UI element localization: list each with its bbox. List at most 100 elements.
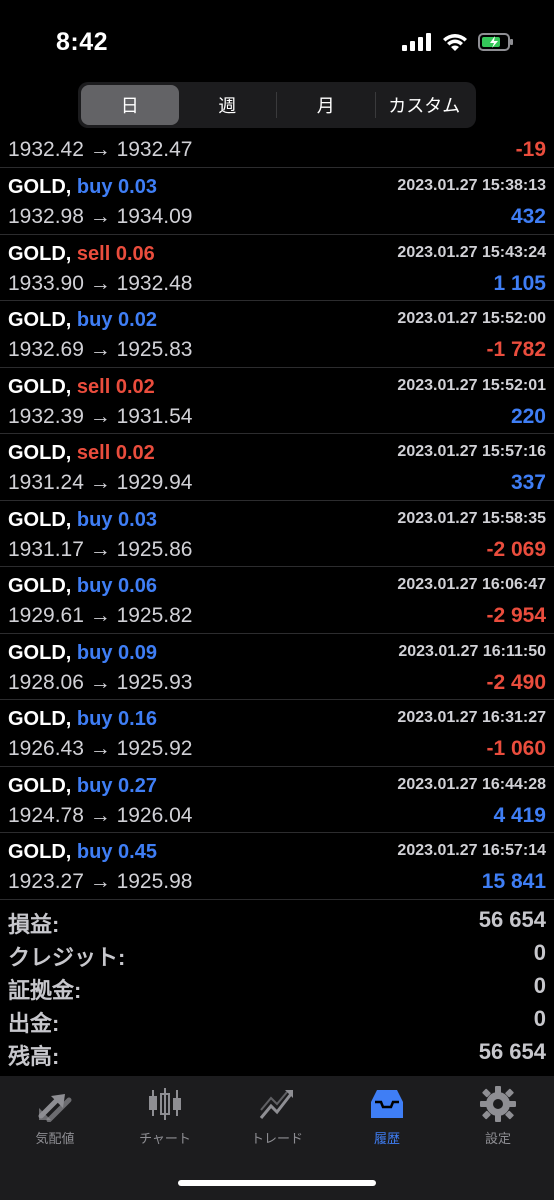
history-inbox-icon — [371, 1090, 403, 1118]
tab-settings[interactable]: 設定 — [443, 1086, 553, 1147]
trade-prices: 1929.61 → 1925.82 — [8, 604, 193, 627]
trade-time: 2023.01.27 15:57:16 — [397, 443, 546, 460]
trade-symbol: GOLD, — [8, 708, 72, 730]
trade-row[interactable]: GOLD, buy 0.45 2023.01.27 16:57:14 1923.27… — [0, 833, 554, 900]
quotes-arrows-icon — [38, 1094, 72, 1122]
segment-month[interactable]: 月 — [277, 85, 375, 125]
trade-time: 2023.01.27 16:06:47 — [397, 576, 546, 593]
trade-profit: 432 — [510, 205, 546, 228]
summary-label: 損益: — [8, 912, 60, 937]
trade-profit: -1 060 — [486, 737, 546, 760]
trade-prices: 1931.17 → 1925.86 — [8, 537, 193, 561]
segment-week[interactable]: 週 — [179, 85, 277, 125]
trade-title: GOLD, buy 0.16 — [8, 708, 157, 731]
trade-title: GOLD, buy 0.02 — [8, 309, 157, 332]
signal-icon — [402, 33, 431, 51]
trade-title: GOLD, sell 0.06 — [8, 243, 155, 266]
trade-side-volume: sell 0.02 — [76, 375, 155, 398]
trade-prices: 1931.24 → 1929.94 — [8, 471, 193, 494]
summary-label: クレジット: — [8, 945, 126, 970]
tab-label: 気配値 — [35, 1131, 75, 1146]
trade-time: 2023.01.27 16:44:28 — [397, 775, 546, 793]
candlestick-chart-icon — [149, 1088, 181, 1120]
tab-trade[interactable]: トレード — [222, 1086, 332, 1147]
summary-value: 0 — [533, 940, 546, 965]
wifi-icon — [443, 34, 467, 51]
trade-line-icon — [259, 1090, 293, 1119]
summary-withdrawal-row: 出金: 0 — [0, 1004, 554, 1037]
trade-time: 2023.01.27 15:38:13 — [397, 177, 546, 194]
trade-profit: 4 419 — [493, 803, 546, 827]
trade-row[interactable]: GOLD, buy 0.06 2023.01.27 16:06:47 1929.61… — [0, 567, 554, 634]
trade-symbol: GOLD, — [8, 309, 72, 331]
tab-chart[interactable]: チャート — [110, 1086, 220, 1147]
summary-value: 0 — [533, 1006, 546, 1031]
segment-custom[interactable]: カスタム — [376, 85, 474, 125]
trade-symbol: GOLD, — [8, 841, 72, 863]
trade-title: GOLD, buy 0.03 — [8, 176, 157, 199]
status-icons — [402, 32, 514, 52]
gear-icon — [480, 1086, 516, 1122]
trade-prices: 1932.69 → 1925.83 — [8, 338, 193, 361]
trade-symbol: GOLD, — [8, 508, 72, 531]
trade-row[interactable]: GOLD, buy 0.16 2023.01.27 16:31:27 1926.43… — [0, 700, 554, 767]
summary-profit-row: 損益: 56 654 — [0, 905, 554, 938]
trade-symbol: GOLD, — [8, 176, 72, 198]
trade-title: GOLD, buy 0.27 — [8, 775, 157, 798]
trade-row[interactable]: GOLD, buy 0.09 2023.01.27 16:11:50 1928.06… — [0, 634, 554, 700]
trade-row[interactable]: GOLD, sell 0.02 2023.01.27 15:57:16 1931.2… — [0, 434, 554, 501]
trade-row[interactable]: GOLD, sell 0.02 2023.01.27 15:52:01 1932.3… — [0, 368, 554, 434]
trade-symbol: GOLD, — [8, 442, 72, 464]
trade-title: GOLD, sell 0.02 — [8, 442, 155, 465]
trade-side-volume: buy 0.16 — [76, 708, 157, 730]
tab-label: チャート — [139, 1131, 191, 1146]
tab-label: トレード — [250, 1131, 303, 1146]
summary-label: 出金: — [8, 1011, 60, 1036]
trade-title: GOLD, sell 0.02 — [8, 376, 155, 399]
trade-time: 2023.01.27 15:52:00 — [397, 310, 546, 327]
status-time: 8:42 — [56, 28, 109, 56]
trade-time: 2023.01.27 16:31:27 — [397, 709, 546, 726]
tab-quotes[interactable]: 気配値 — [0, 1086, 110, 1147]
trade-time: 2023.01.27 15:52:01 — [397, 376, 546, 394]
trade-row[interactable]: GOLD, buy 0.02 2023.01.27 15:52:00 1932.69… — [0, 301, 554, 368]
summary-deposit-row: 証拠金: 0 — [0, 971, 554, 1004]
trade-profit: 337 — [510, 471, 546, 494]
trade-prices: 1926.43 → 1925.92 — [8, 737, 193, 760]
trade-side-volume: sell 0.06 — [76, 242, 155, 265]
trade-row[interactable]: GOLD, sell 0.06 2023.01.27 15:43:24 1933.9… — [0, 235, 554, 301]
trade-profit: 220 — [510, 404, 546, 428]
trade-prices: 1932.98 → 1934.09 — [8, 205, 193, 228]
trade-time: 2023.01.27 15:43:24 — [397, 243, 546, 261]
trade-row[interactable]: GOLD, buy 0.03 2023.01.27 15:38:13 1932.98… — [0, 168, 554, 235]
home-indicator[interactable] — [178, 1180, 376, 1186]
tab-history[interactable]: 履歴 — [332, 1086, 442, 1147]
trade-side-volume: buy 0.03 — [76, 508, 157, 531]
trade-prices: 1932.39 → 1931.54 — [8, 404, 193, 428]
battery-icon — [478, 33, 513, 51]
summary-value: 56 654 — [478, 907, 546, 932]
trade-time: 2023.01.27 15:58:35 — [397, 509, 546, 527]
summary-value: 0 — [533, 973, 546, 998]
trade-profit: -2 954 — [486, 604, 546, 627]
trade-profit: -2 490 — [486, 670, 546, 694]
trade-side-volume: buy 0.27 — [76, 774, 157, 797]
summary-balance-row: 残高: 56 654 — [0, 1037, 554, 1070]
trade-time: 2023.01.27 16:11:50 — [398, 642, 546, 660]
summary-credit-row: クレジット: 0 — [0, 938, 554, 971]
trade-symbol: GOLD, — [8, 774, 72, 797]
trade-prices: 1923.27 → 1925.98 — [8, 870, 193, 893]
trade-title: GOLD, buy 0.45 — [8, 841, 157, 864]
trade-title: GOLD, buy 0.03 — [8, 509, 157, 532]
trade-symbol: GOLD, — [8, 575, 72, 597]
trade-profit: -1 782 — [486, 338, 546, 361]
trade-row[interactable]: GOLD, buy 0.03 2023.01.27 15:58:35 1931.17… — [0, 501, 554, 567]
trade-profit: -2 069 — [486, 537, 546, 561]
segment-day[interactable]: 日 — [81, 85, 179, 125]
trade-side-volume: buy 0.02 — [76, 309, 157, 331]
trade-row-partial[interactable]: 1932.42 → 1932.47 -19 — [0, 136, 554, 168]
trade-prices: 1933.90 → 1932.48 — [8, 271, 193, 295]
trade-row[interactable]: GOLD, buy 0.27 2023.01.27 16:44:28 1924.78… — [0, 767, 554, 833]
status-bar: 8:42 — [0, 0, 554, 80]
summary-value: 56 654 — [478, 1039, 546, 1064]
